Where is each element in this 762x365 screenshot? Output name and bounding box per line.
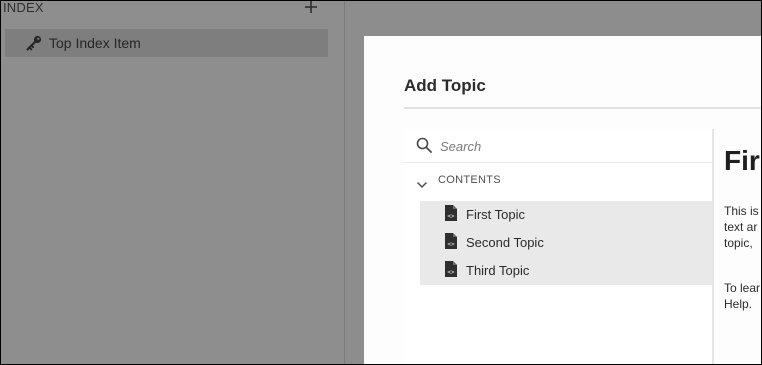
search-input[interactable] bbox=[438, 134, 702, 158]
document-icon: <> bbox=[444, 233, 458, 249]
chevron-down-icon bbox=[416, 176, 428, 189]
preview-paragraph: To lear Help. bbox=[724, 280, 761, 312]
document-icon: <> bbox=[444, 261, 458, 277]
topic-preview: Firs This is text ar topic, To lear Help… bbox=[714, 129, 761, 364]
index-header: INDEX bbox=[1, 1, 344, 19]
app-window: INDEX Top Index Item Add Topic Search CO… bbox=[0, 0, 762, 365]
topic-item-first[interactable]: <> First Topic bbox=[420, 201, 712, 229]
topic-item-second[interactable]: <> Second Topic bbox=[420, 229, 712, 257]
key-icon bbox=[25, 34, 43, 52]
contents-label: CONTENTS bbox=[438, 174, 501, 186]
preview-paragraph: This is text ar topic, bbox=[724, 203, 761, 251]
index-panel: INDEX Top Index Item bbox=[1, 1, 345, 364]
preview-line: To lear bbox=[724, 281, 761, 295]
topic-label: Third Topic bbox=[466, 263, 530, 278]
contents-toggle[interactable]: CONTENTS bbox=[404, 171, 712, 191]
add-topic-dialog: Add Topic CONTENTS bbox=[364, 36, 761, 364]
preview-line: Help. bbox=[724, 297, 753, 311]
topic-list: <> First Topic <> Second Topic <> Third … bbox=[420, 201, 712, 285]
preview-line: text ar bbox=[724, 220, 758, 234]
search-row bbox=[404, 129, 712, 163]
topic-label: First Topic bbox=[466, 207, 525, 222]
topic-item-third[interactable]: <> Third Topic bbox=[420, 257, 712, 285]
svg-text:<>: <> bbox=[447, 269, 455, 276]
dialog-divider bbox=[404, 107, 761, 109]
dialog-title: Add Topic bbox=[404, 76, 486, 95]
topic-label: Second Topic bbox=[466, 235, 544, 250]
topic-browser: CONTENTS <> First Topic bbox=[404, 129, 714, 364]
search-icon bbox=[416, 137, 432, 153]
svg-text:<>: <> bbox=[447, 241, 455, 248]
preview-line: topic, bbox=[724, 236, 753, 250]
svg-text:<>: <> bbox=[447, 213, 455, 220]
preview-title: Firs bbox=[724, 145, 761, 176]
document-icon: <> bbox=[444, 205, 458, 221]
preview-line: This is bbox=[724, 204, 759, 218]
plus-icon[interactable] bbox=[303, 1, 319, 15]
index-item-top[interactable]: Top Index Item bbox=[5, 29, 328, 57]
index-title: INDEX bbox=[3, 0, 44, 15]
index-item-label: Top Index Item bbox=[49, 35, 141, 51]
